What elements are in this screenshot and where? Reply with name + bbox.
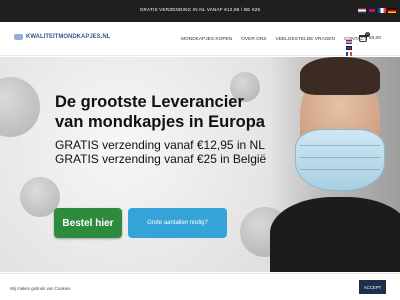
nav-veelgestelde-vragen[interactable]: VEELGESTELDE VRAGEN: [276, 37, 335, 42]
mask-logo-icon: [14, 34, 23, 40]
promo-text: GRATIS VERZENDING IN NL VANAF €12,95 / B…: [139, 7, 261, 12]
mask-pleat: [300, 157, 380, 158]
cookie-bar: Wij maken gebruik van Cookies. ACCEPT: [0, 273, 400, 300]
face-mask-image: [295, 129, 385, 191]
site-header: KWALITEITMONDKAPJES.NL MONDKAPJES KOPEN …: [0, 22, 400, 62]
cookie-text: Wij maken gebruik van Cookies.: [10, 286, 72, 291]
cart-icon: 0: [359, 32, 370, 42]
flag-fr-icon[interactable]: [378, 8, 386, 13]
flag-gb-icon[interactable]: [368, 8, 376, 13]
nav-mondkapjes-kopen[interactable]: MONDKAPJES KOPEN: [181, 37, 232, 42]
cart-total: €0,00: [369, 36, 382, 41]
flag-de-icon[interactable]: [388, 8, 396, 13]
hero-headline: De grootste Leverancier van mondkapjes i…: [55, 93, 265, 131]
bulk-order-button[interactable]: Grote aantallen nodig?: [128, 208, 227, 238]
main-nav: MONDKAPJES KOPEN OVER ONS VEELGESTELDE V…: [181, 37, 367, 42]
mask-pleat: [300, 169, 380, 170]
flag-nl-icon[interactable]: [346, 40, 352, 44]
cookie-accept-button[interactable]: ACCEPT: [359, 280, 386, 294]
virus-decor: [0, 77, 40, 137]
flag-nl-icon[interactable]: [358, 8, 366, 13]
site-logo[interactable]: KWALITEITMONDKAPJES.NL: [14, 34, 110, 40]
cart-button[interactable]: 0 €0,00: [359, 32, 382, 42]
mask-pleat: [300, 145, 380, 146]
top-promo-bar: GRATIS VERZENDING IN NL VANAF €12,95 / B…: [0, 0, 400, 22]
person-jacket: [270, 197, 400, 272]
flag-gb-icon[interactable]: [346, 46, 352, 50]
nav-over-ons[interactable]: OVER ONS: [241, 37, 266, 42]
logo-text: KWALITEITMONDKAPJES.NL: [26, 34, 111, 40]
shipping-nl: GRATIS verzending vanaf €12,95 in NL: [55, 138, 265, 152]
shipping-info: GRATIS verzending vanaf €12,95 in NL GRA…: [55, 138, 266, 166]
shipping-be: GRATIS verzending vanaf €25 in België: [55, 152, 267, 166]
language-flags: [358, 8, 396, 13]
hero-banner: De grootste Leverancier van mondkapjes i…: [0, 57, 400, 272]
person-hair: [300, 57, 380, 95]
flag-fr-icon[interactable]: [346, 52, 352, 56]
cart-count-badge: 0: [365, 32, 370, 37]
order-button[interactable]: Bestel hier: [54, 208, 122, 238]
